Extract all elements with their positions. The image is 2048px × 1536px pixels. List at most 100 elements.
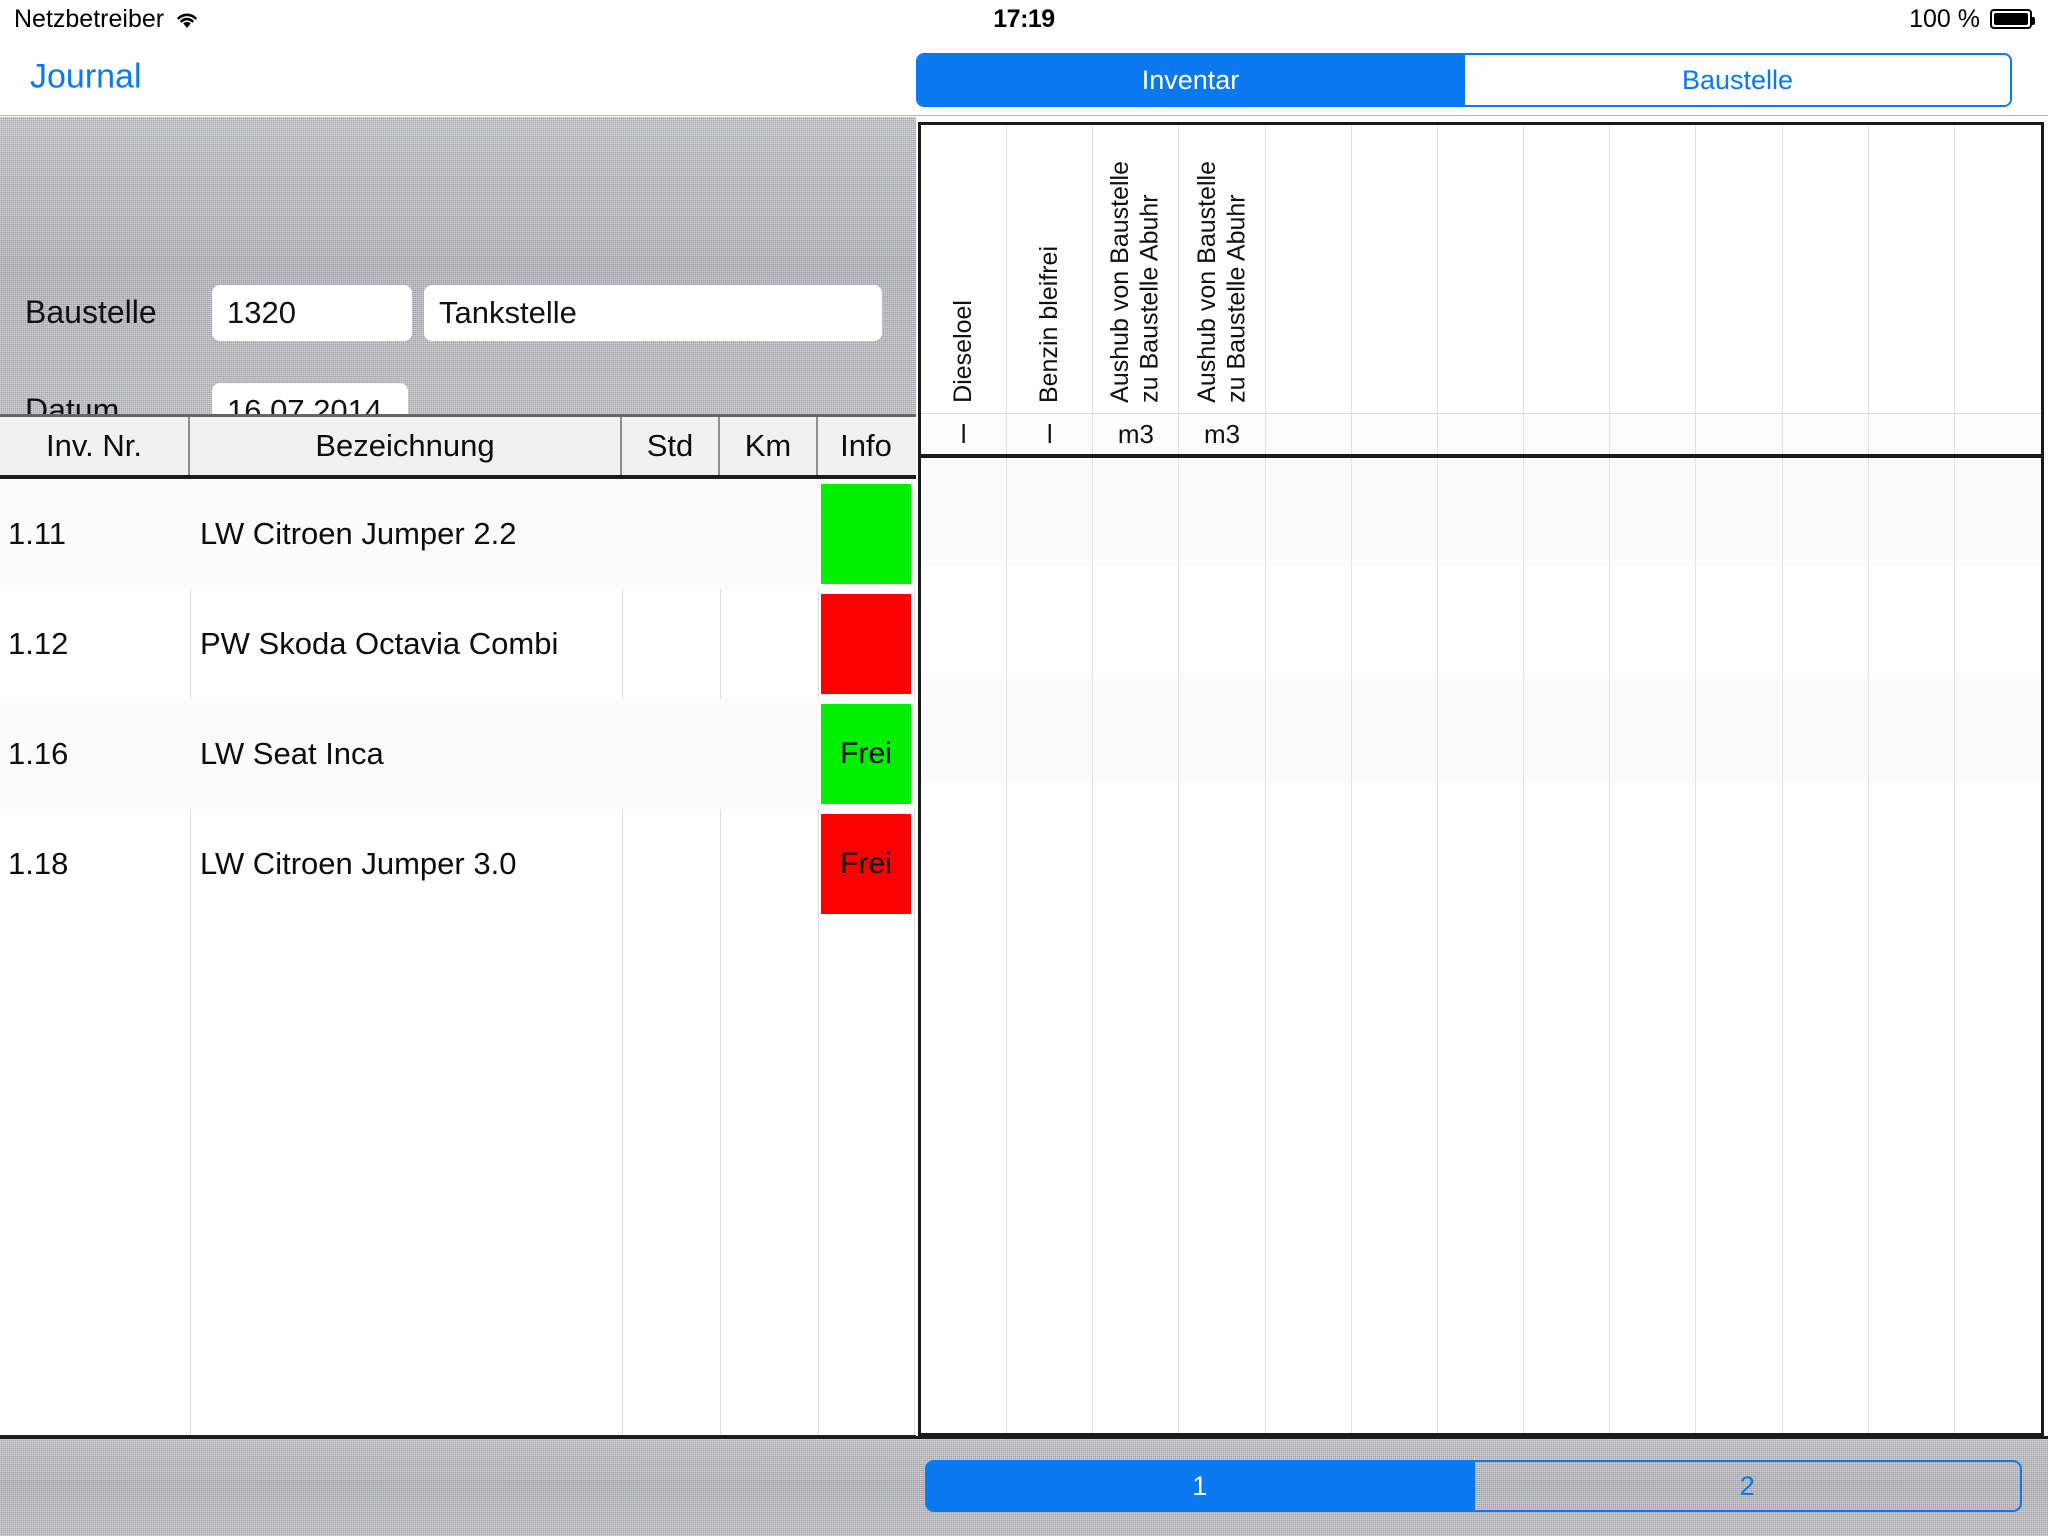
materials-column-header[interactable] bbox=[1266, 125, 1352, 413]
materials-cell[interactable] bbox=[1093, 999, 1180, 1108]
materials-cell[interactable] bbox=[1438, 891, 1525, 1000]
cell-info[interactable] bbox=[818, 479, 914, 589]
materials-cell[interactable] bbox=[1783, 1216, 1869, 1325]
materials-cell[interactable] bbox=[1869, 1216, 1955, 1325]
materials-cell[interactable] bbox=[1955, 1108, 2041, 1216]
materials-table-row-empty[interactable] bbox=[921, 1216, 2041, 1325]
materials-cell[interactable] bbox=[1007, 1107, 1094, 1217]
cell-std[interactable] bbox=[622, 589, 720, 699]
back-button-journal[interactable]: Journal bbox=[30, 57, 142, 96]
materials-table-row-empty[interactable] bbox=[921, 1107, 2041, 1217]
materials-cell[interactable] bbox=[1955, 1000, 2041, 1108]
table-row[interactable]: 1.11 LW Citroen Jumper 2.2 bbox=[0, 479, 916, 589]
materials-cell[interactable] bbox=[1179, 891, 1266, 1000]
materials-cell[interactable] bbox=[1869, 999, 1955, 1108]
materials-cell[interactable] bbox=[1438, 782, 1525, 892]
materials-cell[interactable] bbox=[1438, 1107, 1525, 1217]
materials-table-row[interactable] bbox=[921, 674, 2041, 783]
materials-cell[interactable] bbox=[1869, 891, 1955, 1000]
materials-column-header[interactable] bbox=[1783, 125, 1869, 413]
materials-cell[interactable] bbox=[1093, 674, 1180, 783]
materials-cell[interactable] bbox=[1007, 999, 1094, 1108]
materials-cell[interactable] bbox=[1610, 999, 1697, 1108]
materials-cell[interactable] bbox=[1524, 1107, 1611, 1217]
materials-cell[interactable] bbox=[1955, 566, 2041, 674]
materials-cell[interactable] bbox=[1524, 566, 1611, 675]
materials-cell[interactable] bbox=[1869, 674, 1955, 783]
table-row[interactable]: 1.12 PW Skoda Octavia Combi bbox=[0, 589, 916, 699]
materials-cell[interactable] bbox=[1783, 1107, 1869, 1217]
materials-cell[interactable] bbox=[921, 999, 1008, 1108]
materials-cell[interactable] bbox=[1179, 1107, 1266, 1217]
materials-cell[interactable] bbox=[1524, 782, 1611, 892]
status-badge[interactable]: Frei bbox=[821, 704, 911, 804]
materials-column-header[interactable]: Benzin bleifrei bbox=[1007, 125, 1094, 413]
materials-cell[interactable] bbox=[1438, 566, 1525, 675]
materials-cell[interactable] bbox=[921, 1216, 1008, 1325]
materials-cell[interactable] bbox=[1179, 458, 1266, 567]
table-row[interactable]: 1.18 LW Citroen Jumper 3.0 Frei bbox=[0, 809, 916, 919]
materials-cell[interactable] bbox=[1352, 1324, 1438, 1433]
table-row[interactable]: 1.16 LW Seat Inca Frei bbox=[0, 699, 916, 809]
materials-cell[interactable] bbox=[1696, 782, 1783, 892]
materials-cell[interactable] bbox=[1266, 891, 1352, 1000]
materials-cell[interactable] bbox=[1093, 458, 1180, 567]
materials-cell[interactable] bbox=[1179, 566, 1266, 675]
materials-cell[interactable] bbox=[1955, 458, 2041, 566]
materials-cell[interactable] bbox=[1783, 674, 1869, 783]
materials-cell[interactable] bbox=[1266, 1324, 1352, 1433]
materials-table-row[interactable] bbox=[921, 566, 2041, 675]
materials-cell[interactable] bbox=[1610, 782, 1697, 892]
materials-cell[interactable] bbox=[1438, 674, 1525, 783]
materials-cell[interactable] bbox=[1696, 1324, 1783, 1433]
materials-cell[interactable] bbox=[1007, 674, 1094, 783]
column-header-km[interactable]: Km bbox=[720, 417, 818, 475]
materials-cell[interactable] bbox=[1266, 566, 1352, 675]
materials-cell[interactable] bbox=[1438, 458, 1525, 567]
materials-cell[interactable] bbox=[1007, 782, 1094, 892]
materials-cell[interactable] bbox=[1955, 675, 2041, 783]
materials-cell[interactable] bbox=[1955, 1216, 2041, 1324]
materials-cell[interactable] bbox=[1093, 1324, 1180, 1433]
materials-table-row-empty[interactable] bbox=[921, 999, 2041, 1108]
cell-km[interactable] bbox=[720, 809, 818, 919]
materials-cell[interactable] bbox=[1869, 458, 1955, 567]
materials-cell[interactable] bbox=[1869, 782, 1955, 892]
column-header-info[interactable]: Info bbox=[818, 417, 914, 475]
cell-km[interactable] bbox=[720, 699, 818, 809]
materials-column-header[interactable] bbox=[1696, 125, 1783, 413]
materials-cell[interactable] bbox=[1696, 1107, 1783, 1217]
materials-cell[interactable] bbox=[1438, 999, 1525, 1108]
materials-cell[interactable] bbox=[1783, 458, 1869, 567]
materials-cell[interactable] bbox=[1610, 891, 1697, 1000]
materials-cell[interactable] bbox=[1266, 782, 1352, 892]
baustelle-name-input[interactable]: Tankstelle bbox=[424, 285, 882, 341]
materials-table-row[interactable] bbox=[921, 782, 2041, 892]
materials-table-row-empty[interactable] bbox=[921, 891, 2041, 1000]
cell-std[interactable] bbox=[622, 479, 720, 589]
materials-cell[interactable] bbox=[1696, 674, 1783, 783]
materials-cell[interactable] bbox=[921, 674, 1008, 783]
materials-column-header[interactable]: Dieseloel bbox=[921, 125, 1008, 413]
materials-cell[interactable] bbox=[1007, 458, 1094, 567]
materials-cell[interactable] bbox=[1179, 674, 1266, 783]
materials-cell[interactable] bbox=[921, 566, 1008, 675]
status-badge[interactable] bbox=[821, 594, 911, 694]
tab-inventar[interactable]: Inventar bbox=[918, 55, 1463, 106]
table-row-empty[interactable] bbox=[0, 919, 916, 1029]
materials-column-header[interactable]: Aushub von Baustelle zu Baustelle Abuhr bbox=[1179, 125, 1266, 413]
materials-cell[interactable] bbox=[1093, 1216, 1180, 1325]
column-header-bezeichnung[interactable]: Bezeichnung bbox=[190, 417, 622, 475]
materials-cell[interactable] bbox=[1783, 891, 1869, 1000]
status-badge[interactable]: Frei bbox=[821, 814, 911, 914]
materials-cell[interactable] bbox=[1007, 566, 1094, 675]
materials-cell[interactable] bbox=[1352, 674, 1438, 783]
materials-cell[interactable] bbox=[921, 782, 1008, 892]
materials-table-row[interactable] bbox=[921, 458, 2041, 567]
materials-cell[interactable] bbox=[1352, 891, 1438, 1000]
pager-page-1[interactable]: 1 bbox=[927, 1462, 1473, 1510]
materials-cell[interactable] bbox=[1179, 1216, 1266, 1325]
materials-cell[interactable] bbox=[1869, 1107, 1955, 1217]
cell-info[interactable]: Frei bbox=[818, 699, 914, 809]
materials-cell[interactable] bbox=[1352, 458, 1438, 567]
